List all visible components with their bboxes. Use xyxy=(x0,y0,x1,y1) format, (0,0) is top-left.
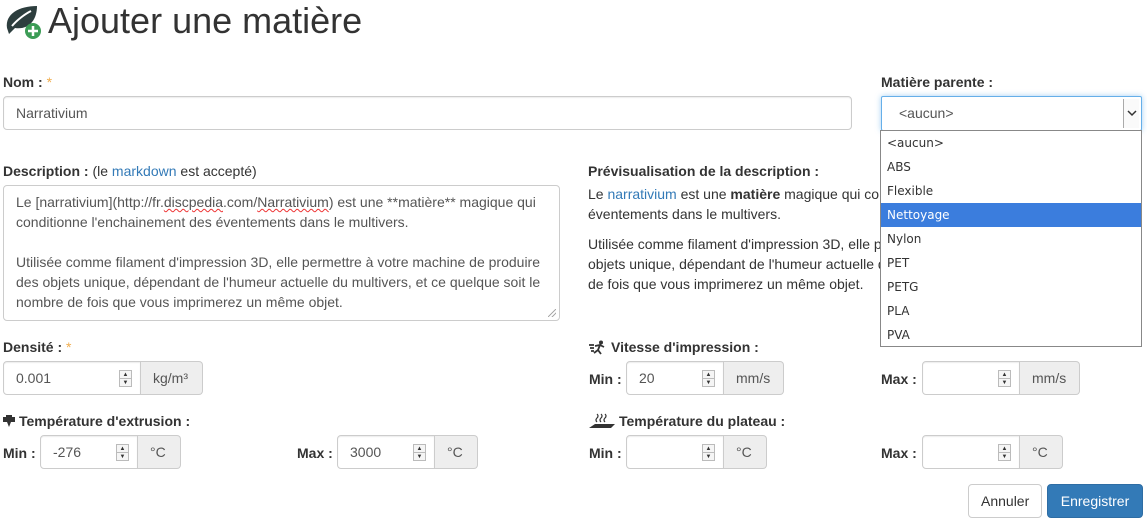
name-label: Nom : * xyxy=(3,74,53,90)
option-pla[interactable]: PLA xyxy=(881,299,1141,323)
bed-max-input[interactable]: ▲ ▼ xyxy=(922,435,1020,469)
speed-min-unit: mm/s xyxy=(724,361,784,395)
cancel-button[interactable]: Annuler xyxy=(968,484,1042,518)
spinner-icon[interactable]: ▲ ▼ xyxy=(119,370,132,387)
extrusion-max-group: 3000 ▲ ▼ °C xyxy=(337,435,478,469)
spinner-icon[interactable]: ▲ ▼ xyxy=(998,444,1011,461)
option-aucun[interactable]: <aucun> xyxy=(881,131,1141,155)
option-nettoyage[interactable]: Nettoyage xyxy=(881,203,1141,227)
spinner-icon[interactable]: ▲ ▼ xyxy=(702,444,715,461)
bed-min-unit: °C xyxy=(724,435,767,469)
resize-grip-icon[interactable] xyxy=(548,309,556,317)
parent-dropdown-list: <aucun> ABS Flexible Nettoyage Nylon PET… xyxy=(880,130,1142,347)
nozzle-icon xyxy=(3,415,15,433)
bed-min-input[interactable]: ▲ ▼ xyxy=(626,435,724,469)
bed-max-label: Max : xyxy=(881,445,917,461)
speed-max-label: Max : xyxy=(881,371,917,387)
extrusion-max-unit: °C xyxy=(435,435,478,469)
extrusion-min-group: -276 ▲ ▼ °C xyxy=(40,435,181,469)
spinner-icon[interactable]: ▲ ▼ xyxy=(413,444,426,461)
density-input[interactable]: 0.001 ▲ ▼ xyxy=(3,361,141,395)
option-pet[interactable]: PET xyxy=(881,251,1141,275)
chevron-down-icon[interactable] xyxy=(1123,99,1139,128)
parent-select[interactable]: <aucun> xyxy=(881,96,1142,131)
save-button[interactable]: Enregistrer xyxy=(1047,484,1143,518)
extrusion-max-label: Max : xyxy=(297,445,333,461)
option-flexible[interactable]: Flexible xyxy=(881,179,1141,203)
speed-min-label: Min : xyxy=(589,371,622,387)
bed-max-unit: °C xyxy=(1020,435,1063,469)
spinner-icon[interactable]: ▲ ▼ xyxy=(998,370,1011,387)
leaf-plus-icon xyxy=(3,2,43,40)
speed-max-unit: mm/s xyxy=(1020,361,1080,395)
speed-min-group: 20 ▲ ▼ mm/s xyxy=(626,361,784,395)
option-abs[interactable]: ABS xyxy=(881,155,1141,179)
extrusion-min-input[interactable]: -276 ▲ ▼ xyxy=(40,435,138,469)
bed-max-group: ▲ ▼ °C xyxy=(922,435,1063,469)
option-nylon[interactable]: Nylon xyxy=(881,227,1141,251)
extrusion-min-unit: °C xyxy=(138,435,181,469)
speed-max-input[interactable]: ▲ ▼ xyxy=(922,361,1020,395)
spinner-icon[interactable]: ▲ ▼ xyxy=(702,370,715,387)
description-label: Description : (le markdown est accepté) xyxy=(3,163,257,179)
extrusion-min-label: Min : xyxy=(3,445,36,461)
speed-label: Vitesse d'impression : xyxy=(589,338,759,359)
option-petg[interactable]: PETG xyxy=(881,275,1141,299)
spinner-icon[interactable]: ▲ ▼ xyxy=(116,444,129,461)
bed-label: Température du plateau : xyxy=(589,412,785,433)
extrusion-max-input[interactable]: 3000 ▲ ▼ xyxy=(337,435,435,469)
description-textarea[interactable]: Le [narrativium](http://fr.discpedia.com… xyxy=(3,185,560,321)
speed-max-group: ▲ ▼ mm/s xyxy=(922,361,1080,395)
name-input[interactable] xyxy=(3,96,852,130)
bed-min-group: ▲ ▼ °C xyxy=(626,435,767,469)
extrusion-label: Température d'extrusion : xyxy=(3,412,190,433)
bed-min-label: Min : xyxy=(589,445,622,461)
heated-bed-icon xyxy=(589,413,615,433)
page-title: Ajouter une matière xyxy=(48,0,363,41)
narrativium-link[interactable]: narrativium xyxy=(607,186,676,202)
option-pva[interactable]: PVA xyxy=(881,323,1141,347)
speed-min-input[interactable]: 20 ▲ ▼ xyxy=(626,361,724,395)
running-icon xyxy=(589,340,607,359)
preview-label: Prévisualisation de la description : xyxy=(588,163,820,179)
density-group: 0.001 ▲ ▼ kg/m³ xyxy=(3,361,203,395)
parent-label: Matière parente : xyxy=(881,74,994,90)
density-label: Densité : * xyxy=(3,339,72,355)
markdown-link[interactable]: markdown xyxy=(112,163,177,179)
density-unit: kg/m³ xyxy=(141,361,203,395)
